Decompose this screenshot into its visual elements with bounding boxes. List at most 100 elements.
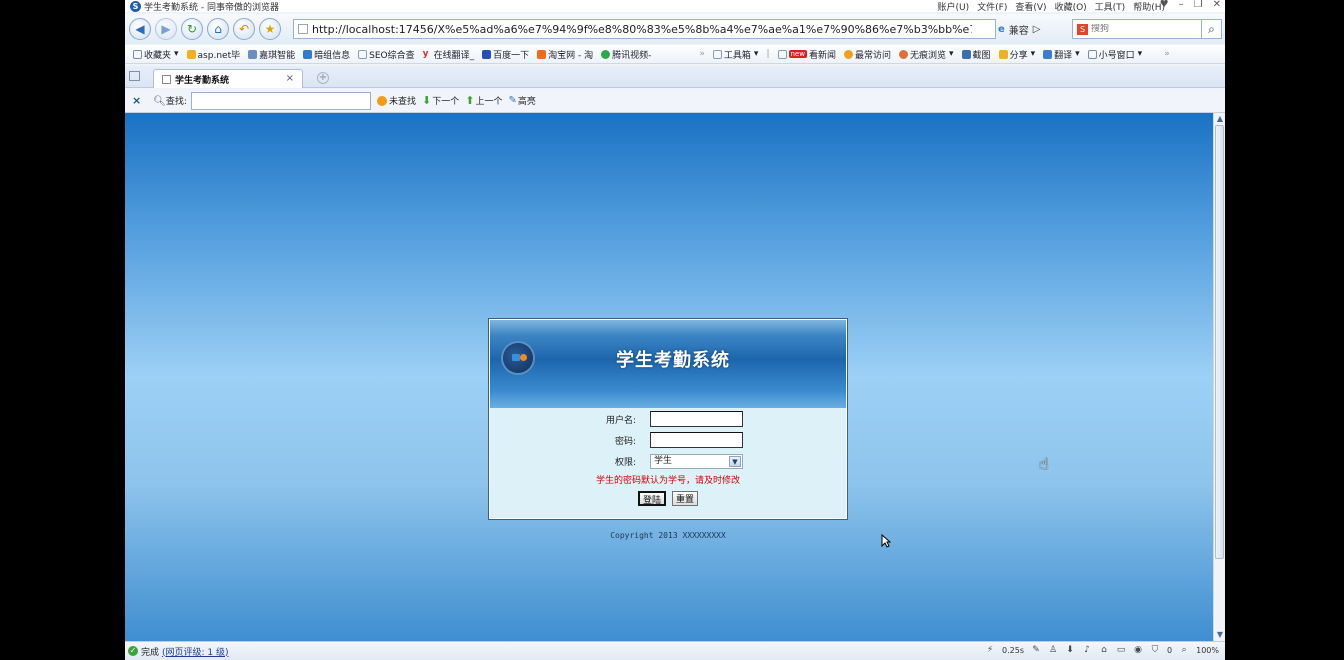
toolbox-menu[interactable]: 工具箱 ▾: [712, 48, 758, 61]
address-url[interactable]: http://localhost:17456/X%e5%ad%a6%e7%94%…: [312, 23, 972, 36]
taobao-icon: [537, 49, 547, 59]
screenshot-button[interactable]: 截图: [961, 48, 991, 61]
home-button[interactable]: ⌂: [207, 18, 229, 40]
favorite-item-translate[interactable]: y 在线翻译_: [423, 48, 475, 61]
sidebar-toggle-icon[interactable]: [129, 71, 140, 81]
person-icon[interactable]: ♙: [1048, 645, 1058, 655]
house-icon[interactable]: ⌂: [1099, 645, 1109, 655]
find-next-button[interactable]: ⬇ 下一个: [422, 94, 459, 107]
brush-icon[interactable]: ✎: [1031, 645, 1041, 655]
new-badge: new: [788, 50, 807, 58]
find-status: 未查找: [376, 94, 416, 107]
compat-mode-button[interactable]: e 兼容 ▷: [998, 19, 1070, 39]
zoom-icon[interactable]: ⌕: [1179, 645, 1189, 655]
find-label: 🔍︎查找:: [153, 96, 187, 107]
favorite-button[interactable]: ★: [259, 18, 281, 40]
password-input[interactable]: [650, 432, 743, 448]
download-icon[interactable]: ⬇: [1065, 645, 1075, 655]
page-favicon-icon: [298, 24, 308, 34]
close-icon[interactable]: ✕: [1213, 0, 1221, 10]
magnifier-icon: 🔍︎: [153, 96, 166, 107]
find-close-icon[interactable]: ×: [132, 94, 141, 107]
youdao-icon: y: [422, 48, 429, 59]
chevron-down-icon[interactable]: ▼: [729, 456, 741, 467]
menu-view[interactable]: 查看(V): [1015, 0, 1046, 13]
status-bar: ✓ 完成 (网页评级: 1 级) ⚡ 0.25s ✎ ♙ ⬇ ♪ ⌂ ▭ ◉ ⛉…: [125, 641, 1225, 660]
favorite-item-baidu[interactable]: 百度一下: [482, 48, 529, 61]
browser-window: S 学生考勤系统 - 同事帝傲的浏览器 账户(U) 文件(F) 查看(V) 收藏…: [125, 0, 1225, 660]
search-input[interactable]: [1091, 24, 1191, 34]
blocked-count: 0: [1167, 645, 1173, 655]
private-browsing-button[interactable]: 无痕浏览 ▾: [899, 48, 954, 61]
favorite-item-tencent-video[interactable]: 腾讯视频-: [601, 48, 651, 61]
window-icon[interactable]: ▭: [1116, 645, 1126, 655]
skin-icon[interactable]: ♥: [1160, 0, 1169, 10]
new-tab-plus-icon[interactable]: +: [317, 72, 329, 84]
favorite-item-aspnet[interactable]: asp.net毕: [186, 48, 240, 61]
browser-logo-icon: S: [130, 0, 141, 12]
reset-button[interactable]: 重置: [672, 491, 699, 506]
pen-icon: ✎: [508, 95, 517, 106]
menu-favorites[interactable]: 收藏(O): [1055, 0, 1087, 13]
load-time: 0.25s: [1002, 645, 1025, 655]
translate-icon: [1043, 49, 1053, 59]
back-button[interactable]: ◀: [129, 18, 151, 40]
shield-icon[interactable]: ⛉: [1150, 645, 1160, 655]
username-input[interactable]: [650, 411, 743, 427]
minimize-icon[interactable]: –: [1179, 0, 1184, 10]
vertical-scrollbar[interactable]: ▲ ▼: [1213, 113, 1225, 641]
menu-file[interactable]: 文件(F): [977, 0, 1007, 13]
status-done: 完成: [141, 647, 160, 658]
login-button[interactable]: 登陆: [637, 491, 666, 506]
more-favorites-chevron-icon[interactable]: »: [699, 49, 705, 59]
favorite-item-jiaqi[interactable]: 嘉琪智能: [248, 48, 295, 61]
share-button[interactable]: 分享 ▾: [998, 48, 1035, 61]
tab-close-icon[interactable]: ×: [286, 73, 294, 84]
more-tools-chevron-icon[interactable]: »: [1164, 49, 1170, 59]
page-rating-link[interactable]: (网页评级: 1 级): [162, 645, 229, 658]
tab-label: 学生考勤系统: [175, 75, 230, 86]
ie-compat-icon: e: [998, 23, 1005, 35]
menu-account[interactable]: 账户(U): [938, 0, 970, 13]
menu-tools[interactable]: 工具(T): [1095, 0, 1126, 13]
refresh-button[interactable]: ↻: [181, 18, 203, 40]
highlight-button[interactable]: ✎ 高亮: [508, 94, 535, 107]
tab-student-attendance[interactable]: 学生考勤系统 ×: [153, 69, 303, 88]
password-label: 密码:: [614, 436, 636, 447]
find-input[interactable]: [190, 91, 371, 110]
restore-icon[interactable]: ❐: [1194, 0, 1203, 10]
forward-button[interactable]: ▶: [155, 18, 177, 40]
role-row: 权限: 学生 ▼: [490, 452, 846, 470]
most-visited-button[interactable]: 最常访问: [843, 48, 891, 61]
user-window-icon: [1087, 49, 1097, 59]
alt-window-button[interactable]: 小号窗口 ▾: [1087, 48, 1142, 61]
search-box[interactable]: S ⌕: [1072, 19, 1222, 39]
title-bar: S 学生考勤系统 - 同事帝傲的浏览器 账户(U) 文件(F) 查看(V) 收藏…: [125, 0, 1225, 13]
role-select[interactable]: 学生 ▼: [650, 454, 743, 469]
baidu-paw-icon: [482, 49, 492, 59]
password-row: 密码:: [490, 431, 846, 449]
favorite-item-taobao[interactable]: 淘宝网 - 淘: [537, 48, 593, 61]
favorite-item-anzu[interactable]: 暗组信息: [303, 48, 350, 61]
login-buttons: 登陆 重置: [490, 491, 846, 506]
search-icon[interactable]: ⌕: [1201, 20, 1221, 38]
news-button[interactable]: new 看新闻: [777, 48, 836, 61]
translate-button[interactable]: 翻译 ▾: [1043, 48, 1080, 61]
system-title: 学生考勤系统: [616, 350, 730, 371]
private-icon: [899, 49, 908, 59]
scroll-thumb[interactable]: [1215, 125, 1224, 559]
favorites-menu[interactable]: 收藏夹 ▾: [133, 48, 179, 61]
play-icon[interactable]: ▷: [1033, 24, 1041, 35]
separator: |: [766, 49, 770, 59]
undo-close-button[interactable]: ↶: [233, 18, 255, 40]
scroll-up-icon[interactable]: ▲: [1215, 114, 1225, 124]
zoom-level[interactable]: 100%: [1196, 646, 1219, 655]
address-bar[interactable]: http://localhost:17456/X%e5%ad%a6%e7%94%…: [293, 19, 996, 39]
find-bar: × 🔍︎查找: 未查找 ⬇ 下一个 ⬆ 上一个 ✎ 高亮: [125, 89, 1225, 113]
scroll-down-icon[interactable]: ▼: [1215, 630, 1225, 640]
eye-icon[interactable]: ◉: [1133, 645, 1143, 655]
favorite-item-seo[interactable]: SEO综合查: [358, 48, 415, 61]
back-arrow-icon: ◀: [135, 22, 145, 36]
speaker-icon[interactable]: ♪: [1082, 645, 1092, 655]
find-prev-button[interactable]: ⬆ 上一个: [465, 94, 502, 107]
